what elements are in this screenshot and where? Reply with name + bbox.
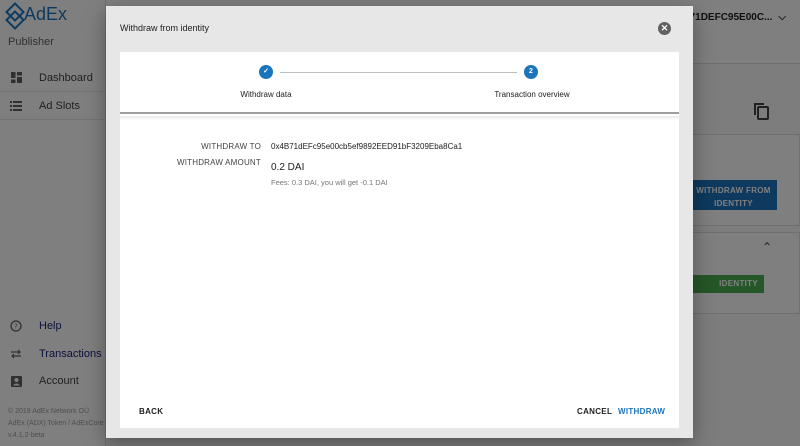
step-transaction-overview[interactable]: Transaction overview bbox=[472, 90, 592, 99]
stepper: ✓ 2 Withdraw data Transaction overview bbox=[120, 52, 679, 114]
withdraw-to-address: 0x4B71dEFc95e00cb5ef9892EED91bF3209Eba8C… bbox=[271, 142, 463, 151]
back-button[interactable]: BACK bbox=[139, 407, 163, 416]
fees-text: Fees: 0.3 DAI, you will get -0.1 DAI bbox=[271, 178, 388, 187]
dialog-title: Withdraw from identity bbox=[120, 23, 210, 33]
step-complete-icon: ✓ bbox=[259, 65, 273, 79]
close-icon[interactable]: ✕ bbox=[658, 22, 671, 35]
step-connector bbox=[280, 72, 517, 73]
dialog-body: ✓ 2 Withdraw data Transaction overview W… bbox=[120, 52, 679, 428]
withdraw-button[interactable]: WITHDRAW bbox=[618, 407, 665, 416]
withdraw-amount-value: 0.2 DAI bbox=[271, 162, 305, 173]
step-withdraw-data[interactable]: Withdraw data bbox=[216, 90, 316, 99]
cancel-button[interactable]: CANCEL bbox=[577, 407, 612, 416]
stepper-divider bbox=[120, 116, 679, 120]
withdraw-dialog: Withdraw from identity ✕ ✓ 2 Withdraw da… bbox=[106, 6, 693, 438]
withdraw-amount-label: WITHDRAW AMOUNT bbox=[176, 158, 261, 167]
step-number-badge: 2 bbox=[524, 65, 538, 79]
withdraw-to-label: WITHDRAW TO bbox=[201, 142, 261, 151]
